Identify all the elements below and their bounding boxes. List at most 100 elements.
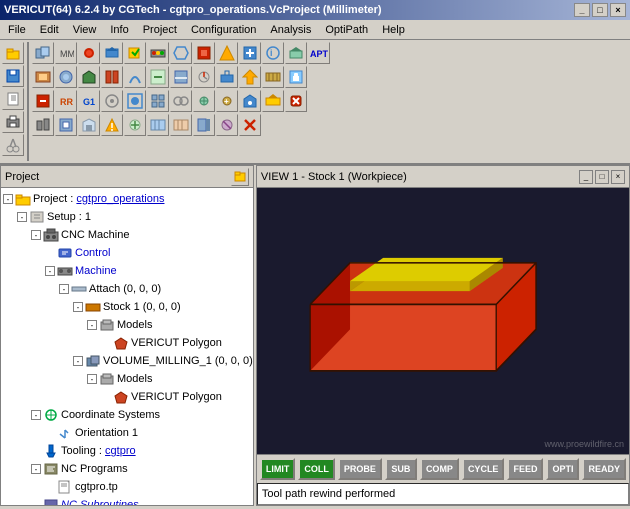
project-header-icon[interactable] — [231, 168, 249, 186]
tb-btn-2-7[interactable] — [170, 66, 192, 88]
polygon2-label[interactable]: VERICUT Polygon — [131, 391, 222, 403]
project-label[interactable]: Project : cgtpro_operations — [33, 193, 164, 205]
opti-button[interactable]: OPTI — [546, 458, 579, 480]
tb-btn-2-4[interactable] — [101, 66, 123, 88]
expand-attach[interactable]: - — [59, 284, 69, 294]
toolbar-cut-button[interactable] — [2, 134, 24, 156]
feed-button[interactable]: FEED — [507, 458, 543, 480]
tb-btn-1-12[interactable] — [285, 42, 307, 64]
tb-btn-2-2[interactable] — [55, 66, 77, 88]
tb-btn-2-1[interactable] — [32, 66, 54, 88]
models2-label[interactable]: Models — [117, 373, 152, 385]
tb-btn-1-7[interactable] — [170, 42, 192, 64]
tb-btn-3-6[interactable] — [147, 90, 169, 112]
viewport-min-button[interactable]: _ — [579, 170, 593, 184]
tb-btn-2-10[interactable] — [239, 66, 261, 88]
tb-btn-4-1[interactable] — [32, 114, 54, 136]
tree-nc[interactable]: - NC Programs — [3, 460, 251, 478]
tb-btn-2-9[interactable] — [216, 66, 238, 88]
expand-coord[interactable]: - — [31, 410, 41, 420]
tb-btn-1-11[interactable]: i — [262, 42, 284, 64]
tb-btn-3-11[interactable] — [262, 90, 284, 112]
expand-setup[interactable]: - — [17, 212, 27, 222]
tb-btn-4-6[interactable] — [147, 114, 169, 136]
tree-subroutines[interactable]: NC Subroutines — [3, 496, 251, 505]
tb-btn-4-2[interactable] — [55, 114, 77, 136]
expand-models2[interactable]: - — [87, 374, 97, 384]
stock1-label[interactable]: Stock 1 (0, 0, 0) — [103, 301, 181, 313]
menu-file[interactable]: File — [2, 23, 32, 37]
tree-coord[interactable]: - Coordinate Systems — [3, 406, 251, 424]
tb-btn-4-7[interactable] — [170, 114, 192, 136]
menu-configuration[interactable]: Configuration — [185, 23, 262, 37]
tb-btn-1-8[interactable] — [193, 42, 215, 64]
tree-setup[interactable]: - Setup : 1 — [3, 208, 251, 226]
menu-project[interactable]: Project — [137, 23, 183, 37]
tooling-label[interactable]: Tooling : cgtpro — [61, 445, 136, 457]
viewport-close-button[interactable]: × — [611, 170, 625, 184]
tree-cnc[interactable]: - CNC Machine — [3, 226, 251, 244]
polygon1-label[interactable]: VERICUT Polygon — [131, 337, 222, 349]
tb-btn-3-7[interactable] — [170, 90, 192, 112]
tree-polygon1[interactable]: VERICUT Polygon — [3, 334, 251, 352]
menu-help[interactable]: Help — [376, 23, 411, 37]
minimize-button[interactable]: _ — [574, 3, 590, 17]
nc-label[interactable]: NC Programs — [61, 463, 128, 475]
maximize-button[interactable]: □ — [592, 3, 608, 17]
tb-btn-4-5[interactable] — [124, 114, 146, 136]
tree-volume[interactable]: - VOLUME_MILLING_1 (0, 0, 0) — [3, 352, 251, 370]
tb-btn-1-1[interactable] — [32, 42, 54, 64]
expand-project[interactable]: - — [3, 194, 13, 204]
close-button[interactable]: × — [610, 3, 626, 17]
sub-button[interactable]: SUB — [385, 458, 417, 480]
tb-btn-1-9[interactable] — [216, 42, 238, 64]
tree-models2[interactable]: - Models — [3, 370, 251, 388]
tb-btn-1-2[interactable]: MM — [55, 42, 77, 64]
tree-project-root[interactable]: - Project : cgtpro_operations — [3, 190, 251, 208]
tb-btn-2-5[interactable] — [124, 66, 146, 88]
nc-file-label[interactable]: cgtpro.tp — [75, 481, 118, 493]
tb-btn-1-6[interactable] — [147, 42, 169, 64]
probe-button[interactable]: PROBE — [338, 458, 382, 480]
machine-label[interactable]: Machine — [75, 265, 117, 277]
tb-btn-3-3[interactable]: G1 — [78, 90, 100, 112]
subroutines-label[interactable]: NC Subroutines — [61, 499, 139, 505]
tree-machine[interactable]: - Machine — [3, 262, 251, 280]
toolbar-save-button[interactable] — [2, 65, 24, 87]
tooling-link[interactable]: cgtpro — [105, 445, 136, 457]
expand-machine[interactable]: - — [45, 266, 55, 276]
tb-btn-3-10[interactable] — [239, 90, 261, 112]
menu-info[interactable]: Info — [104, 23, 134, 37]
attach-label[interactable]: Attach (0, 0, 0) — [89, 283, 161, 295]
toolbar-print-button[interactable] — [2, 111, 24, 133]
tb-btn-3-12[interactable] — [285, 90, 307, 112]
tb-btn-3-4[interactable] — [101, 90, 123, 112]
coord-label[interactable]: Coordinate Systems — [61, 409, 160, 421]
tb-btn-1-5[interactable] — [124, 42, 146, 64]
tree-nc-file[interactable]: cgtpro.tp — [3, 478, 251, 496]
toolbar-new-button[interactable] — [2, 88, 24, 110]
tb-btn-2-12[interactable] — [285, 66, 307, 88]
cnc-label[interactable]: CNC Machine — [61, 229, 129, 241]
expand-models1[interactable]: - — [87, 320, 97, 330]
expand-stock1[interactable]: - — [73, 302, 83, 312]
limit-button[interactable]: LIMIT — [260, 458, 296, 480]
viewport-canvas[interactable]: www.proewildfire.cn — [257, 188, 629, 454]
tb-btn-4-4[interactable] — [101, 114, 123, 136]
tb-btn-2-8[interactable] — [193, 66, 215, 88]
coll-button[interactable]: COLL — [298, 458, 335, 480]
tb-btn-3-5[interactable] — [124, 90, 146, 112]
tree-models1[interactable]: - Models — [3, 316, 251, 334]
tb-btn-4-8[interactable] — [193, 114, 215, 136]
tree-control[interactable]: Control — [3, 244, 251, 262]
comp-button[interactable]: COMP — [420, 458, 459, 480]
volume-label[interactable]: VOLUME_MILLING_1 (0, 0, 0) — [103, 355, 253, 367]
project-name-link[interactable]: cgtpro_operations — [76, 193, 164, 205]
tb-btn-3-8[interactable] — [193, 90, 215, 112]
tree-polygon2[interactable]: VERICUT Polygon — [3, 388, 251, 406]
expand-cnc[interactable]: - — [31, 230, 41, 240]
menu-optipath[interactable]: OptiPath — [319, 23, 374, 37]
menu-analysis[interactable]: Analysis — [264, 23, 317, 37]
tb-btn-2-6[interactable] — [147, 66, 169, 88]
viewport-max-button[interactable]: □ — [595, 170, 609, 184]
